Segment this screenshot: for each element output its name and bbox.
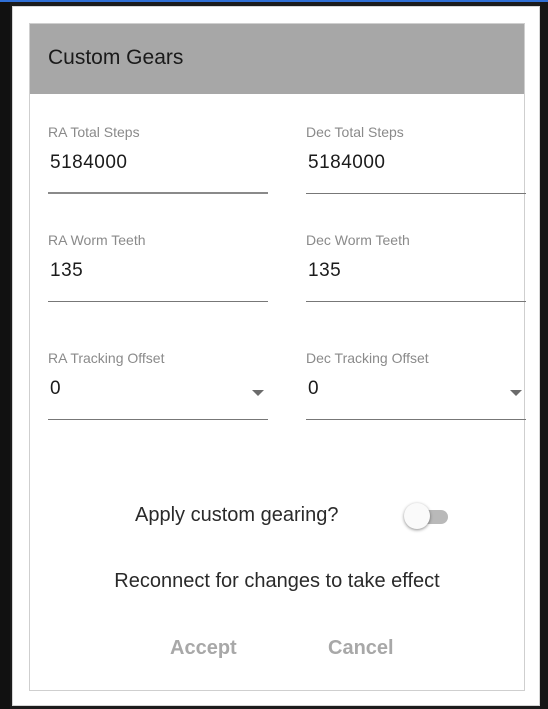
dialog-card: Custom Gears RA Total Steps 5184000 Dec … (29, 23, 526, 691)
ra-total-steps-underline (48, 192, 268, 194)
ra-worm-teeth-label: RA Worm Teeth (48, 232, 146, 248)
ra-tracking-offset-select[interactable]: RA Tracking Offset 0 (48, 350, 268, 420)
dec-total-steps-label: Dec Total Steps (306, 124, 404, 140)
dec-total-steps-input[interactable]: 5184000 (308, 152, 385, 174)
dec-worm-teeth-underline (306, 301, 526, 302)
ra-total-steps-field[interactable]: RA Total Steps 5184000 (48, 124, 268, 194)
dec-worm-teeth-input[interactable]: 135 (308, 260, 341, 282)
background-left-strip (0, 2, 10, 709)
dialog-header: Custom Gears (30, 24, 524, 94)
accept-button[interactable]: Accept (170, 632, 237, 664)
ra-tracking-offset-chevron-down-icon[interactable] (252, 390, 264, 396)
dec-worm-teeth-label: Dec Worm Teeth (306, 232, 410, 248)
cancel-button[interactable]: Cancel (328, 632, 394, 664)
dec-tracking-offset-label: Dec Tracking Offset (306, 350, 429, 366)
ra-tracking-offset-underline (48, 419, 268, 420)
apply-custom-gearing-label: Apply custom gearing? (135, 504, 339, 526)
apply-custom-gearing-toggle[interactable] (404, 503, 430, 529)
ra-worm-teeth-underline (48, 301, 268, 302)
dec-total-steps-underline (306, 193, 526, 194)
dec-tracking-offset-underline (306, 419, 526, 420)
ra-worm-teeth-input[interactable]: 135 (50, 260, 83, 282)
apply-custom-gearing-row: Apply custom gearing? (30, 500, 524, 534)
ra-total-steps-input[interactable]: 5184000 (50, 152, 127, 174)
ra-tracking-offset-value[interactable]: 0 (50, 378, 61, 400)
background-right-strip (540, 2, 548, 709)
ra-worm-teeth-field[interactable]: RA Worm Teeth 135 (48, 232, 268, 302)
dec-tracking-offset-select[interactable]: Dec Tracking Offset 0 (306, 350, 526, 420)
ra-tracking-offset-label: RA Tracking Offset (48, 350, 165, 366)
dec-total-steps-field[interactable]: Dec Total Steps 5184000 (306, 124, 526, 194)
ra-total-steps-label: RA Total Steps (48, 124, 140, 140)
dialog-title: Custom Gears (48, 46, 184, 69)
dec-tracking-offset-chevron-down-icon[interactable] (510, 390, 522, 396)
dec-worm-teeth-field[interactable]: Dec Worm Teeth 135 (306, 232, 526, 302)
custom-gears-dialog: Custom Gears RA Total Steps 5184000 Dec … (12, 6, 540, 706)
reconnect-notice: Reconnect for changes to take effect (114, 570, 440, 592)
window-top-border (0, 0, 548, 2)
dec-tracking-offset-value[interactable]: 0 (308, 378, 319, 400)
